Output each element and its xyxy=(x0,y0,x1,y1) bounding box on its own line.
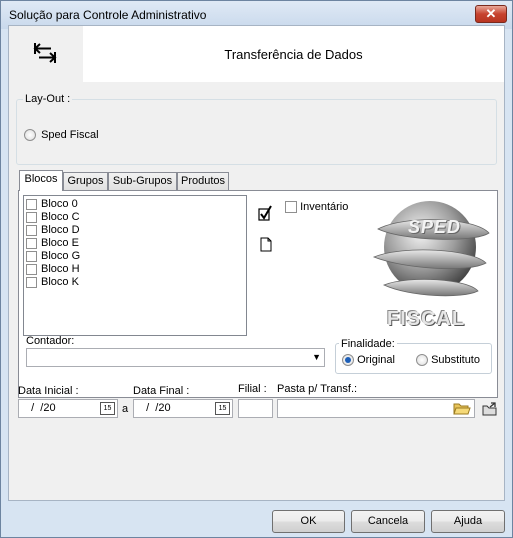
tab-produtos[interactable]: Produtos xyxy=(177,172,229,190)
data-inicial-value: / /20 xyxy=(25,402,56,414)
list-item[interactable]: Bloco C xyxy=(26,211,80,224)
pasta-label: Pasta p/ Transf.: xyxy=(277,383,358,395)
list-item[interactable]: Bloco K xyxy=(26,276,79,289)
block-label: Bloco D xyxy=(41,224,80,236)
block-checkbox[interactable] xyxy=(26,238,37,249)
list-item[interactable]: Bloco D xyxy=(26,224,80,237)
tab-grupos[interactable]: Grupos xyxy=(63,172,108,190)
substituto-label: Substituto xyxy=(431,354,480,366)
cancel-button[interactable]: Cancela xyxy=(351,510,425,533)
transfer-arrows-icon xyxy=(33,43,57,63)
logo-sped-text: SPED xyxy=(408,217,462,237)
data-final-field[interactable]: / /20 15 xyxy=(133,399,233,418)
block-label: Bloco K xyxy=(41,276,79,288)
inventario-checkbox[interactable]: Inventário xyxy=(285,201,349,214)
close-button[interactable]: ✕ xyxy=(475,5,507,23)
data-final-label: Data Final : xyxy=(133,385,190,397)
block-checkbox[interactable] xyxy=(26,277,37,288)
contador-select[interactable]: ▼ xyxy=(26,348,325,367)
date-range-separator: a xyxy=(122,403,129,415)
original-label: Original xyxy=(357,354,395,366)
list-item[interactable]: Bloco H xyxy=(26,263,80,276)
sped-fiscal-radio[interactable]: Sped Fiscal xyxy=(24,129,99,142)
layout-group-label: Lay-Out : xyxy=(23,93,73,105)
calendar-icon[interactable]: 15 xyxy=(215,402,230,415)
checkmark-icon[interactable] xyxy=(258,205,272,221)
ok-button[interactable]: OK xyxy=(272,510,345,533)
filial-label: Filial : xyxy=(238,383,267,395)
block-label: Bloco H xyxy=(41,263,80,275)
original-radio-button[interactable] xyxy=(342,354,354,367)
save-folder-icon[interactable] xyxy=(482,402,498,416)
list-item[interactable]: Bloco E xyxy=(26,237,79,250)
folder-open-icon[interactable] xyxy=(453,402,471,416)
sped-fiscal-label: Sped Fiscal xyxy=(41,129,99,141)
inventario-label: Inventário xyxy=(300,201,349,213)
block-checkbox[interactable] xyxy=(26,225,37,236)
blocos-panel: Bloco 0 Bloco C Bloco D Bloco E Bloco G … xyxy=(18,190,498,398)
contador-label: Contador: xyxy=(26,335,75,347)
block-label: Bloco G xyxy=(41,250,81,262)
tab-blocos[interactable]: Blocos xyxy=(19,170,63,191)
block-checkbox[interactable] xyxy=(26,212,37,223)
substituto-radio-button[interactable] xyxy=(416,354,428,367)
header-panel: Transferência de Dados xyxy=(9,26,504,82)
calendar-icon[interactable]: 15 xyxy=(100,402,115,415)
block-checkbox[interactable] xyxy=(26,264,37,275)
block-label: Bloco E xyxy=(41,237,79,249)
main-window: Solução para Controle Administrativo ✕ T… xyxy=(0,0,513,538)
pasta-field[interactable] xyxy=(277,399,475,418)
layout-group: Lay-Out : Sped Fiscal xyxy=(16,93,497,165)
finalidade-label: Finalidade: xyxy=(339,338,397,350)
block-checkbox[interactable] xyxy=(26,199,37,210)
tab-sub-grupos[interactable]: Sub-Grupos xyxy=(108,172,177,190)
help-button[interactable]: Ajuda xyxy=(431,510,505,533)
blocks-list[interactable]: Bloco 0 Bloco C Bloco D Bloco E Bloco G … xyxy=(23,195,247,336)
window-title: Solução para Controle Administrativo xyxy=(9,8,207,22)
block-checkbox[interactable] xyxy=(26,251,37,262)
sped-fiscal-radio-button[interactable] xyxy=(24,129,36,142)
list-item[interactable]: Bloco 0 xyxy=(26,198,78,211)
data-final-value: / /20 xyxy=(140,402,171,414)
original-radio[interactable]: Original xyxy=(342,354,395,367)
inventario-check[interactable] xyxy=(285,201,297,214)
block-label: Bloco C xyxy=(41,211,80,223)
logo-fiscal-text: FISCAL xyxy=(387,308,466,330)
list-item[interactable]: Bloco G xyxy=(26,250,80,263)
chevron-down-icon[interactable]: ▼ xyxy=(312,352,321,362)
document-icon[interactable] xyxy=(260,237,272,252)
page-title: Transferência de Dados xyxy=(224,47,363,62)
data-inicial-field[interactable]: / /20 15 xyxy=(18,399,118,418)
header-icon-area xyxy=(9,26,83,82)
finalidade-group: Finalidade: Original Substituto xyxy=(335,338,492,374)
block-label: Bloco 0 xyxy=(41,198,78,210)
data-inicial-label: Data Inicial : xyxy=(18,385,79,397)
substituto-radio[interactable]: Substituto xyxy=(416,354,480,367)
dialog-body: Transferência de Dados Lay-Out : Sped Fi… xyxy=(8,25,505,501)
filial-field[interactable] xyxy=(238,399,273,418)
